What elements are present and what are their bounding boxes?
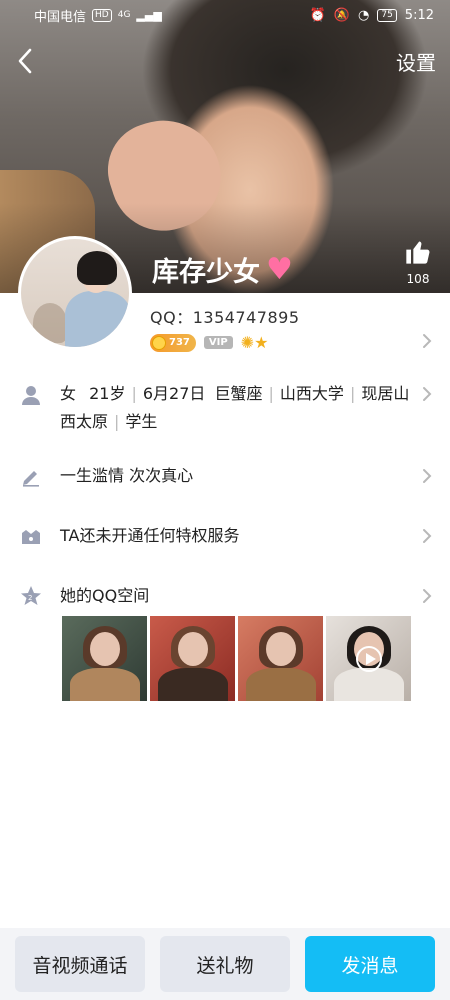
avatar-body bbox=[65, 291, 129, 347]
vip-badge[interactable]: VIP bbox=[203, 336, 233, 349]
alarm-icon: ⏰ bbox=[309, 7, 326, 23]
send-message-button[interactable]: 发消息 bbox=[305, 936, 435, 992]
mute-icon: 🔕 bbox=[333, 7, 350, 23]
birthday: 6月27日 bbox=[142, 384, 206, 403]
badge-row[interactable]: 737 VIP ✺★ bbox=[150, 333, 268, 352]
carrier-label: 中国电信 bbox=[34, 9, 87, 25]
level-icons: ✺★ bbox=[241, 333, 269, 352]
star-icon: ★ bbox=[254, 333, 269, 352]
like-button[interactable]: 108 bbox=[402, 238, 434, 286]
pencil-icon bbox=[20, 465, 42, 487]
chevron-right-icon bbox=[422, 386, 432, 406]
school: 山西大学 bbox=[279, 384, 344, 403]
send-gift-button[interactable]: 送礼物 bbox=[160, 936, 290, 992]
bottom-action-bar: 音视频通话 送礼物 发消息 bbox=[0, 928, 450, 1000]
qzone-text: 她的QQ空间 bbox=[60, 586, 150, 605]
chevron-right-icon bbox=[422, 588, 432, 608]
svg-text:2: 2 bbox=[28, 594, 32, 602]
nickname: 库存少女 ♥ bbox=[152, 250, 293, 289]
thumbs-up-icon bbox=[406, 241, 430, 264]
qzone-photo[interactable] bbox=[62, 616, 147, 701]
speed-icon: ◔ bbox=[358, 7, 370, 23]
avatar-shadow-figure bbox=[33, 303, 67, 343]
clock: 5:12 bbox=[404, 7, 434, 23]
profile-chevron-icon[interactable] bbox=[422, 333, 432, 353]
qzone-star-icon: 2 bbox=[20, 585, 42, 607]
person-icon bbox=[20, 384, 42, 406]
hd-badge: HD bbox=[92, 8, 112, 22]
basic-info-text: 女 21岁 | 6月27日 巨蟹座 | 山西大学 | 现居山西太原 | 学生 bbox=[60, 384, 410, 431]
age: 21岁 bbox=[89, 384, 126, 403]
level-badge[interactable]: 737 bbox=[150, 333, 196, 352]
back-button[interactable] bbox=[10, 44, 40, 78]
status-bar: 中国电信 HD 4G ▂▄▆ ⏰ 🔕 ◔ 75 5:12 bbox=[0, 0, 450, 30]
battery-icon: 75 bbox=[377, 8, 397, 22]
privilege-text: TA还未开通任何特权服务 bbox=[60, 526, 240, 545]
qzone-video[interactable] bbox=[326, 616, 411, 701]
info-row-signature[interactable]: 一生滥情 次次真心 bbox=[0, 462, 450, 492]
avatar-hair bbox=[77, 251, 117, 285]
chevron-right-icon bbox=[422, 468, 432, 488]
coin-icon bbox=[152, 335, 166, 350]
qzone-photo[interactable] bbox=[238, 616, 323, 701]
video-call-button[interactable]: 音视频通话 bbox=[15, 936, 145, 992]
qq-number-line: QQ：1354747895 bbox=[150, 304, 300, 328]
back-arrow-icon bbox=[18, 48, 32, 74]
crown-icon bbox=[20, 525, 42, 547]
network-label: 4G bbox=[117, 10, 131, 20]
status-right: ⏰ 🔕 ◔ 75 5:12 bbox=[310, 8, 434, 23]
nickname-text: 库存少女 bbox=[152, 257, 260, 288]
status-left: 中国电信 HD 4G ▂▄▆ bbox=[34, 6, 162, 25]
level-value: 737 bbox=[169, 337, 190, 348]
qzone-photo[interactable] bbox=[150, 616, 235, 701]
occupation: 学生 bbox=[125, 412, 158, 431]
info-row-basic[interactable]: 女 21岁 | 6月27日 巨蟹座 | 山西大学 | 现居山西太原 | 学生 bbox=[0, 380, 450, 440]
avatar[interactable] bbox=[18, 236, 132, 350]
signature-text: 一生滥情 次次真心 bbox=[60, 466, 194, 485]
heart-icon: ♥ bbox=[266, 251, 293, 287]
signal-icon: ▂▄▆ bbox=[136, 8, 162, 22]
qq-label: QQ： bbox=[150, 308, 193, 327]
chevron-right-icon bbox=[422, 528, 432, 548]
settings-button[interactable]: 设置 bbox=[396, 47, 436, 76]
sun-icon: ✺ bbox=[240, 333, 255, 352]
qzone-photo-strip bbox=[62, 616, 411, 701]
gender: 女 bbox=[60, 384, 77, 403]
info-row-qzone[interactable]: 2 她的QQ空间 bbox=[0, 582, 450, 612]
zodiac: 巨蟹座 bbox=[214, 384, 263, 403]
qq-number: 1354747895 bbox=[192, 308, 300, 327]
info-row-privilege[interactable]: TA还未开通任何特权服务 bbox=[0, 522, 450, 552]
play-icon bbox=[356, 646, 382, 672]
like-count: 108 bbox=[406, 272, 430, 286]
